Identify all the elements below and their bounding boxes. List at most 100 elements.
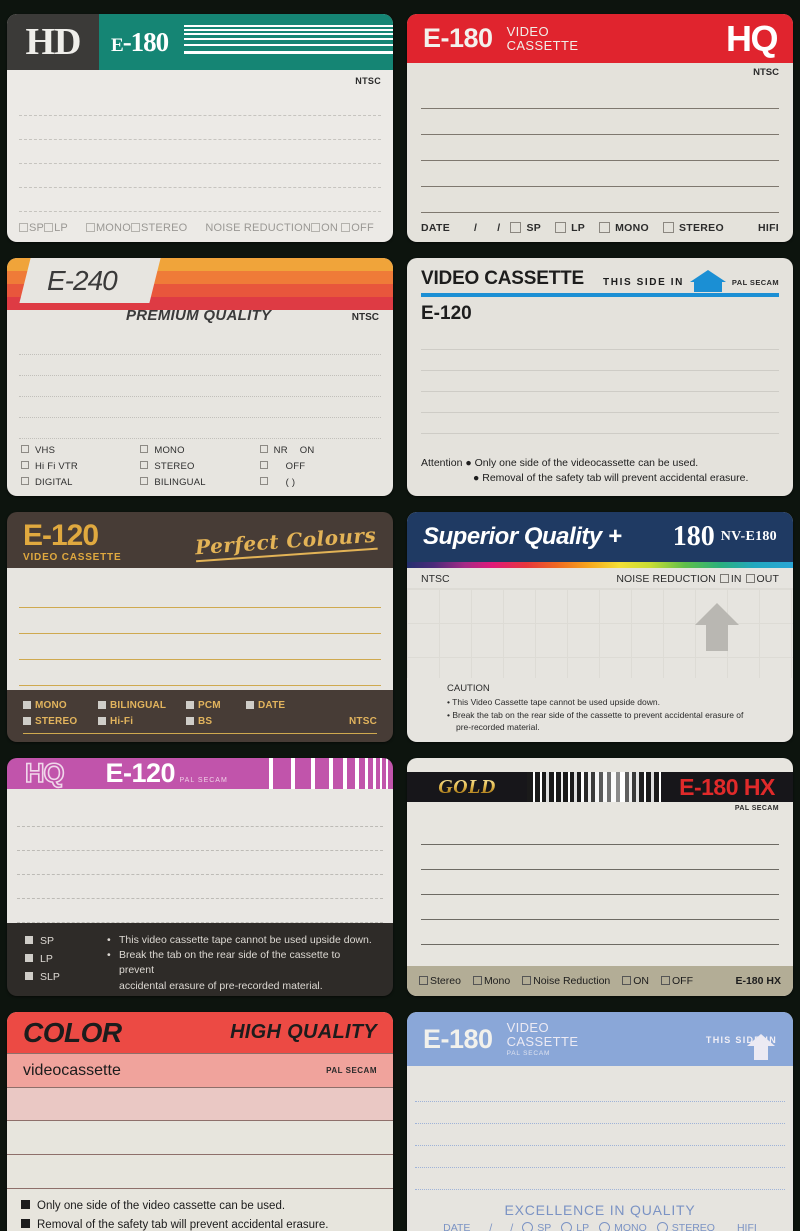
write-line[interactable] <box>421 371 779 392</box>
checkbox-icon[interactable] <box>140 477 149 485</box>
checkbox-icon[interactable] <box>44 223 54 232</box>
checkbox-icon[interactable] <box>21 477 29 485</box>
check-stereo[interactable]: STEREO <box>140 461 259 472</box>
write-line[interactable] <box>415 1168 785 1190</box>
write-line[interactable] <box>415 1146 785 1168</box>
check-bs[interactable]: BS <box>186 714 246 730</box>
checkbox-icon[interactable] <box>661 976 670 985</box>
write-lines[interactable] <box>7 789 393 923</box>
radio-icon[interactable] <box>599 1222 611 1231</box>
checkbox-icon[interactable] <box>341 223 351 232</box>
check-sp[interactable]: SP <box>510 221 541 234</box>
write-line[interactable] <box>415 1124 785 1146</box>
radio-icon[interactable] <box>522 1222 534 1231</box>
checkbox-icon[interactable] <box>21 445 29 453</box>
checkbox-icon[interactable] <box>419 976 428 985</box>
checkbox-icon[interactable] <box>25 971 33 980</box>
check-stereo[interactable]: STEREO <box>662 221 724 234</box>
checkbox-icon[interactable] <box>311 223 321 232</box>
write-row[interactable] <box>7 1121 393 1155</box>
write-line[interactable] <box>19 355 381 376</box>
label-card-hq-pink-e120[interactable]: HQ E-120 PAL SECAM SP LP SLP This video … <box>7 758 393 996</box>
check-off[interactable]: OFF <box>661 975 693 987</box>
write-line[interactable] <box>17 803 383 827</box>
write-line[interactable] <box>421 350 779 371</box>
write-row[interactable] <box>7 1088 393 1121</box>
write-line[interactable] <box>19 140 381 164</box>
write-lines[interactable] <box>7 568 393 690</box>
write-line[interactable] <box>421 109 779 136</box>
write-line[interactable] <box>17 851 383 875</box>
write-line[interactable] <box>421 845 779 870</box>
radio-icon[interactable] <box>561 1222 573 1231</box>
sq-info-row[interactable]: NTSC NOISE REDUCTION IN OUT <box>407 568 793 588</box>
checkbox-icon[interactable] <box>555 221 567 233</box>
label-card-e120-perfect-colours[interactable]: E-120 VIDEO CASSETTE Perfect Colours MON… <box>7 512 393 742</box>
label-card-hq-e180[interactable]: E-180 VIDEO CASSETTE HQ NTSC DATE / / SP… <box>407 14 793 242</box>
radio-stereo[interactable]: STEREO <box>656 1222 715 1231</box>
check-digital[interactable]: DIGITAL <box>21 477 140 488</box>
check-group-noise-reduction[interactable]: NOISE REDUCTION ON OFF <box>205 222 373 234</box>
hq-footer[interactable]: DATE / / SP LP MONO STEREO HIFI <box>407 213 793 242</box>
radio-icon[interactable] <box>656 1222 668 1231</box>
check-hifivtr[interactable]: Hi Fi VTR <box>21 461 140 472</box>
check-custom[interactable]: ( ) <box>259 477 379 488</box>
check-noise-reduction[interactable]: Noise Reduction <box>522 975 610 987</box>
check-row-1[interactable]: MONO BILINGUAL PCM DATE <box>23 698 377 714</box>
write-line[interactable] <box>19 376 381 397</box>
check-nr[interactable]: NR ON <box>259 445 379 456</box>
gd-footer[interactable]: Stereo Mono Noise Reduction ON OFF E-180… <box>407 966 793 996</box>
write-line[interactable] <box>19 188 381 212</box>
checkbox-icon[interactable] <box>130 223 140 232</box>
check-mono[interactable]: MONO <box>599 221 649 234</box>
write-line[interactable] <box>17 827 383 851</box>
hd-footer-checks[interactable]: SP LP MONO STEREO NOISE REDUCTION ON OFF <box>7 214 393 242</box>
check-pcm[interactable]: PCM <box>186 698 246 714</box>
write-line[interactable] <box>19 418 381 439</box>
check-vhs[interactable]: VHS <box>21 445 140 456</box>
pk-footer[interactable]: SP LP SLP This video cassette tape canno… <box>7 923 393 996</box>
checkbox-icon[interactable] <box>599 221 611 233</box>
checkbox-icon[interactable] <box>23 716 31 725</box>
write-line[interactable] <box>19 397 381 418</box>
checkbox-icon[interactable] <box>259 445 268 453</box>
checkbox-icon[interactable] <box>140 445 149 453</box>
pc-check-grid[interactable]: MONO BILINGUAL PCM DATE STEREO Hi-Fi BS … <box>23 698 377 730</box>
check-group-speed[interactable]: SP LP <box>19 222 68 234</box>
check-mono[interactable]: MONO <box>23 698 98 714</box>
checkbox-icon[interactable] <box>719 574 729 583</box>
write-line[interactable] <box>19 660 381 686</box>
check-slp[interactable]: SLP <box>25 969 107 987</box>
checkbox-icon[interactable] <box>622 976 632 985</box>
check-group-audio[interactable]: MONO STEREO <box>85 222 187 234</box>
label-card-gold-e180hx[interactable]: GOLD E-180 HX PAL SECAM Stereo Mono Nois… <box>407 758 793 996</box>
checkbox-icon[interactable] <box>98 716 106 725</box>
write-line[interactable] <box>19 334 381 355</box>
checkbox-icon[interactable] <box>19 223 28 232</box>
checkbox-icon[interactable] <box>745 574 755 583</box>
checkbox-icon[interactable] <box>85 223 95 232</box>
hd-write-area[interactable]: NTSC <box>7 70 393 214</box>
write-line[interactable] <box>421 920 779 945</box>
checkbox-icon[interactable] <box>140 461 149 469</box>
label-card-e240-premium[interactable]: E-240 PREMIUM QUALITY NTSC VHS MONO NR ON… <box>7 258 393 496</box>
hq-write-area[interactable]: NTSC <box>407 63 793 214</box>
write-lines[interactable] <box>421 83 779 214</box>
write-line[interactable] <box>19 608 381 634</box>
write-line[interactable] <box>19 164 381 188</box>
check-mono[interactable]: Mono <box>472 975 510 987</box>
grid-write-area[interactable] <box>407 588 793 678</box>
write-line[interactable] <box>421 870 779 895</box>
check-hifi[interactable]: Hi-Fi <box>98 714 186 730</box>
write-line[interactable] <box>421 135 779 162</box>
label-card-blue-e180[interactable]: E-180 VIDEO CASSETTE PAL SECAM THIS SIDE… <box>407 1012 793 1231</box>
check-mono[interactable]: MONO <box>140 445 259 456</box>
radio-lp[interactable]: LP <box>561 1222 589 1231</box>
check-off[interactable]: OFF <box>259 461 379 472</box>
write-line[interactable] <box>421 895 779 920</box>
label-card-hd-e180[interactable]: HD E-180 NTSC SP LP MONO STEREO NOISE REDU… <box>7 14 393 242</box>
check-sp[interactable]: SP <box>25 933 107 951</box>
write-row[interactable] <box>7 1155 393 1190</box>
write-line[interactable] <box>421 820 779 845</box>
write-line[interactable] <box>421 187 779 214</box>
